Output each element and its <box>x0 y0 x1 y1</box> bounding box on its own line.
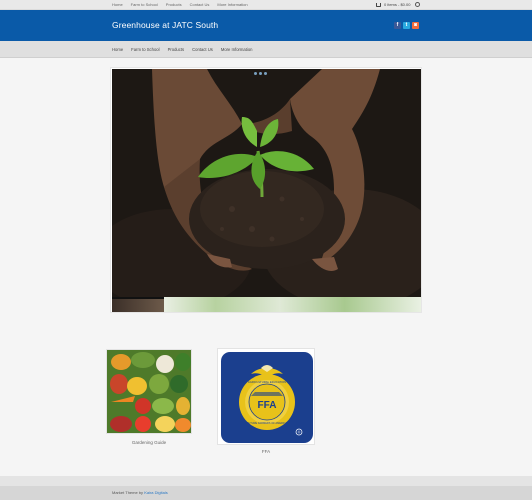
theme-credit: Market Theme by Kaira Digitals <box>112 490 168 495</box>
credit-link[interactable]: Kaira Digitals <box>144 490 168 495</box>
top-nav-contact-us[interactable]: Contact Us <box>190 2 210 8</box>
slider-dots <box>254 72 267 75</box>
top-nav-farm-to-school[interactable]: Farm to School <box>131 2 158 8</box>
hero-slider[interactable] <box>110 67 422 313</box>
gardening-guide-card[interactable] <box>106 349 192 434</box>
hands-seedling-illustration <box>112 69 421 297</box>
ffa-top-text: AGRICULTURAL EDUCATION <box>248 380 286 384</box>
nav-item-contact-us[interactable]: Contact Us <box>192 47 213 53</box>
ffa-card[interactable]: FFA AGRICULTURAL EDUCATION FUTURE FARMER… <box>217 348 315 445</box>
site-title[interactable]: Greenhouse at JATC South <box>112 20 218 30</box>
nav-item-home[interactable]: Home <box>112 47 123 53</box>
nav-item-farm-to-school[interactable]: Farm to School <box>131 47 159 53</box>
top-nav: Home Farm to School Products Contact Us … <box>112 2 248 8</box>
facebook-icon[interactable]: f <box>394 22 401 29</box>
slider-thumbnail-2[interactable] <box>164 297 421 312</box>
slider-thumbnails <box>112 297 421 312</box>
vegetables-image <box>107 350 191 433</box>
slider-dot-2[interactable] <box>259 72 262 75</box>
site-footer: Market Theme by Kaira Digitals <box>0 486 532 500</box>
slide-image-hands-seedling <box>112 69 421 297</box>
main-nav: Home Farm to School Products Contact Us … <box>0 41 532 58</box>
ffa-center-text: FFA <box>258 400 277 411</box>
nav-item-more-information[interactable]: More Information <box>221 47 253 53</box>
top-nav-more-information[interactable]: More Information <box>217 2 247 8</box>
cart-summary: 0 items - $0.00 <box>384 2 411 7</box>
search-icon[interactable] <box>415 2 420 7</box>
slider-dot-1[interactable] <box>254 72 257 75</box>
ffa-emblem: FFA AGRICULTURAL EDUCATION FUTURE FARMER… <box>239 365 303 436</box>
top-nav-products[interactable]: Products <box>166 2 182 8</box>
instagram-icon[interactable]: ◙ <box>412 22 419 29</box>
site-header: Greenhouse at JATC South f t ◙ <box>0 10 532 41</box>
twitter-icon[interactable]: t <box>403 22 410 29</box>
cart-icon <box>376 3 381 7</box>
ffa-logo-badge: FFA AGRICULTURAL EDUCATION FUTURE FARMER… <box>221 352 313 443</box>
slider-thumbnail-1[interactable] <box>112 297 164 312</box>
credit-prefix: Market Theme by <box>112 490 144 495</box>
cart-link[interactable]: 0 items - $0.00 <box>376 2 410 8</box>
svg-text:®: ® <box>298 431 301 435</box>
nav-item-products[interactable]: Products <box>168 47 185 53</box>
top-utility-bar: Home Farm to School Products Contact Us … <box>0 0 532 10</box>
footer-band <box>0 476 532 486</box>
top-nav-home[interactable]: Home <box>112 2 123 8</box>
social-links: f t ◙ <box>394 22 419 29</box>
ffa-label[interactable]: FFA <box>217 449 315 454</box>
gardening-guide-label[interactable]: Gardening Guide <box>106 440 192 445</box>
ffa-bottom-text: FUTURE FARMERS OF AMERICA <box>247 421 288 425</box>
slider-dot-3[interactable] <box>264 72 267 75</box>
